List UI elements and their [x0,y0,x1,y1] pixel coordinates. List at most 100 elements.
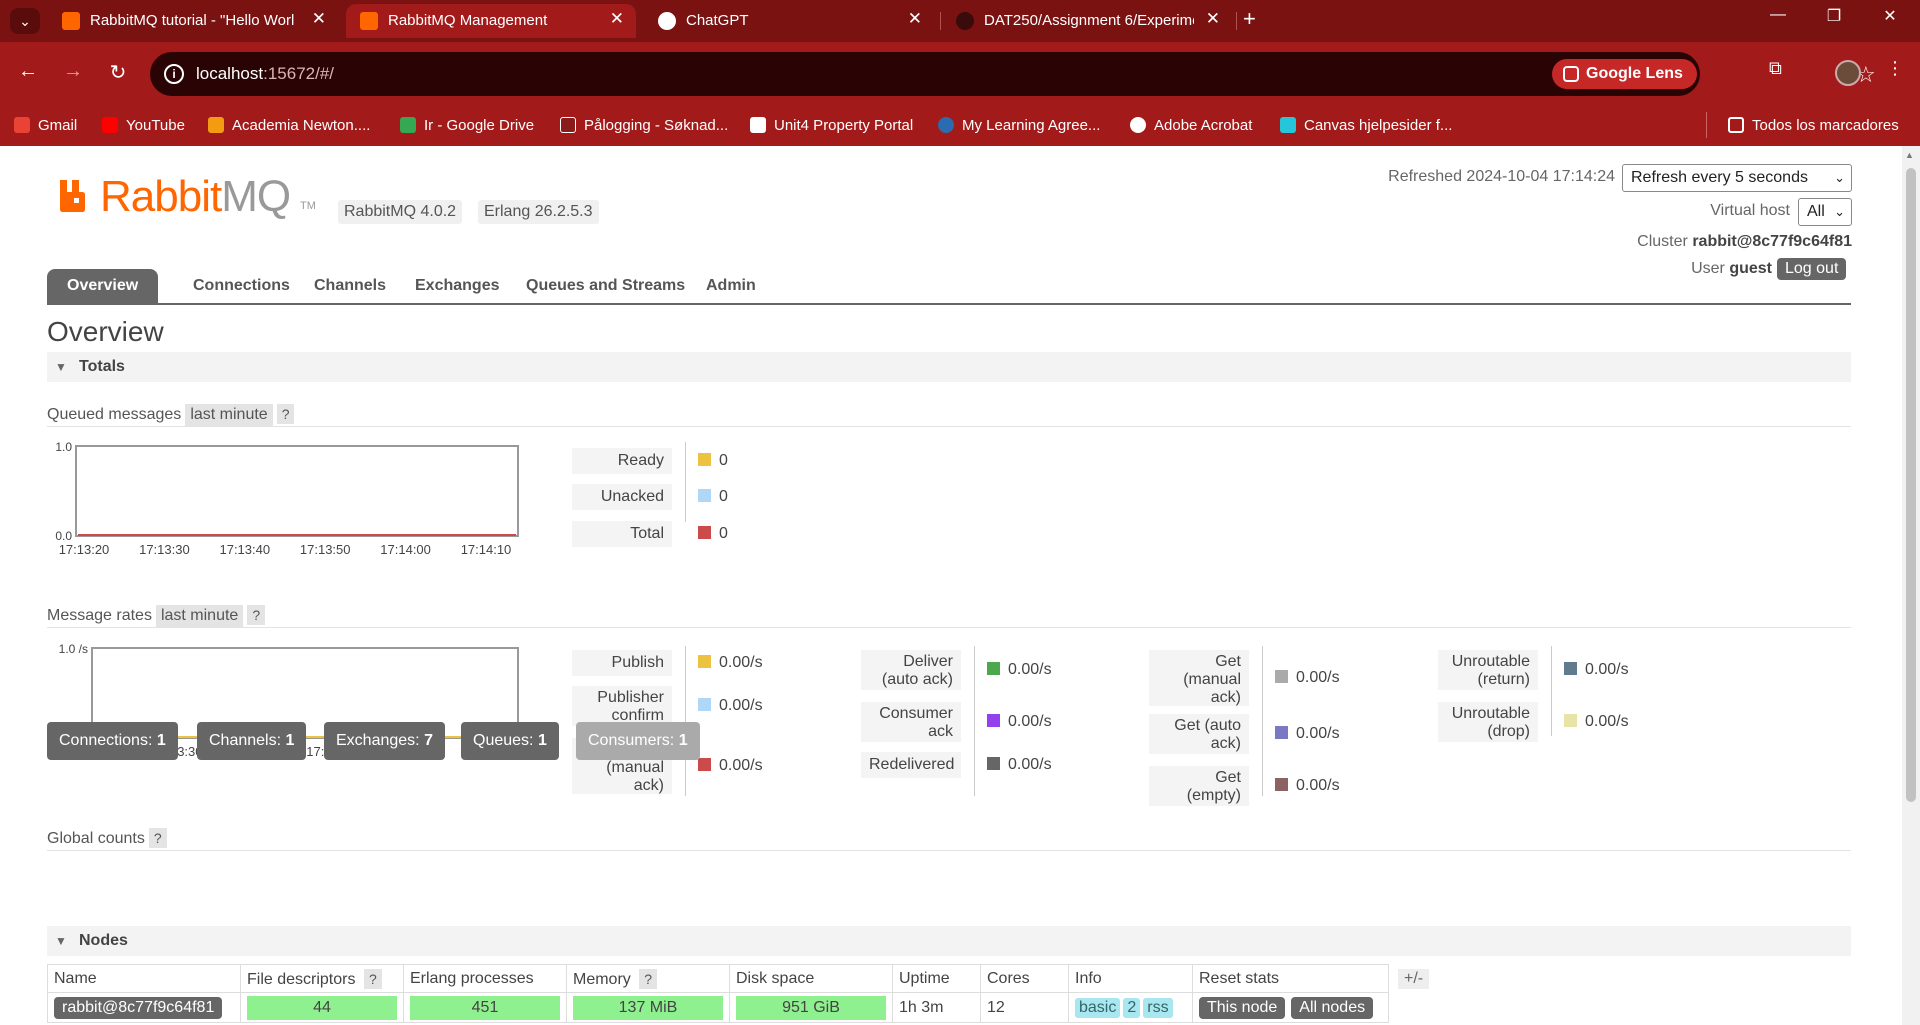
info-tag: basic [1075,997,1121,1018]
folder-icon [1728,117,1744,133]
close-icon[interactable]: ✕ [610,9,624,29]
erlang-version: Erlang 26.2.5.3 [478,200,599,224]
exchanges-count-button[interactable]: Exchanges: 7 [324,722,445,760]
column-header[interactable]: Cores [980,964,1069,993]
help-button[interactable]: ? [247,605,266,625]
help-button[interactable]: ? [363,968,382,989]
help-button[interactable]: ? [148,828,167,848]
bookmark-palogging[interactable]: Pålogging - Søknad... [560,117,728,134]
bookmark-label: My Learning Agree... [962,117,1101,134]
forward-arrow-icon[interactable]: → [58,60,88,83]
node-link[interactable]: rabbit@8c77f9c64f81 [54,996,223,1019]
bookmark-label: Ir - Google Drive [424,117,535,134]
cluster-label: Cluster [1637,233,1688,250]
vhost-select[interactable]: All ⌄ [1798,198,1852,226]
profile-avatar[interactable] [1835,60,1861,86]
legend-value: 0.00/s [1564,661,1629,679]
google-lens-button[interactable]: Google Lens [1552,59,1697,89]
tab-chatgpt[interactable]: ChatGPT ✕ [644,4,934,38]
channels-count-button[interactable]: Channels: 1 [197,722,307,760]
bookmark-adobe[interactable]: Adobe Acrobat [1130,117,1252,134]
scrollbar-thumb[interactable] [1906,168,1916,802]
nodes-section-toggle[interactable]: ▼ Nodes [47,926,1851,956]
legend-swatch [987,662,1000,675]
legend-swatch [698,489,711,502]
reload-icon[interactable]: ↻ [103,60,133,85]
bookmark-learning[interactable]: My Learning Agree... [938,117,1100,134]
tab-dat250[interactable]: DAT250/Assignment 6/Experime ✕ [942,4,1232,38]
close-icon[interactable]: ✕ [1206,9,1220,29]
reset-all-nodes-button[interactable]: All nodes [1291,996,1374,1019]
scroll-up-arrow-icon[interactable]: ▲ [1905,150,1914,160]
refresh-option: Refresh every 5 seconds [1631,169,1808,186]
close-icon[interactable]: ✕ [312,9,326,29]
bookmark-academia[interactable]: Academia Newton.... [208,117,370,134]
menu-kebab-icon[interactable]: ⋮ [1886,58,1904,79]
url-text[interactable]: localhost:15672/#/ [196,64,334,84]
tab-search-button[interactable]: ⌄ [10,8,40,34]
consumers-count-button[interactable]: Consumers: 1 [576,722,700,760]
procs-bar: 451 [410,995,560,1020]
column-header[interactable]: Disk space [729,964,893,993]
tab-connections[interactable]: Connections [175,269,308,303]
bookmark-drive[interactable]: Ir - Google Drive [400,117,534,134]
page-title: Overview [47,316,164,347]
extensions-icon[interactable]: ⧉ [1769,58,1782,79]
count-label: Connections: [59,732,153,749]
column-header[interactable]: File descriptors ? [240,964,404,993]
all-bookmarks[interactable]: Todos los marcadores [1728,117,1899,134]
rabbitmq-version: RabbitMQ 4.0.2 [338,200,463,224]
tab-title: ChatGPT [686,12,749,29]
count-label: Queues: [473,732,534,749]
column-header[interactable]: Memory ? [566,964,730,993]
address-bar[interactable]: i localhost:15672/#/ Google Lens ☆ [150,52,1876,96]
column-header-label: Memory [573,970,631,988]
help-button[interactable]: ? [276,404,295,424]
tab-overview[interactable]: Overview [47,269,159,303]
browser-toolbar: ← → ↻ i localhost:15672/#/ Google Lens ☆… [0,42,1920,106]
column-header[interactable]: Info [1068,964,1193,993]
tab-exchanges[interactable]: Exchanges [397,269,517,303]
refresh-interval-select[interactable]: Refresh every 5 seconds ⌄ [1622,164,1852,192]
restore-icon[interactable]: ❐ [1814,6,1854,26]
column-header[interactable]: Reset stats [1192,964,1389,993]
count-label: Exchanges: [336,732,420,749]
reset-this-node-button[interactable]: This node [1199,996,1286,1019]
bookmark-canvas[interactable]: Canvas hjelpesider f... [1280,117,1452,134]
tab-rabbitmq-tutorial[interactable]: RabbitMQ tutorial - "Hello Worl ✕ [48,4,338,38]
range-selector[interactable]: last minute [185,404,273,426]
bookmarks-bar: Gmail YouTube Academia Newton.... Ir - G… [0,106,1920,146]
range-selector[interactable]: last minute [155,605,244,627]
count-label: Consumers: [588,732,675,749]
column-header[interactable]: Uptime [892,964,981,993]
site-info-icon[interactable]: i [164,64,184,84]
columns-toggle-button[interactable]: +/- [1398,969,1430,989]
tab-channels[interactable]: Channels [296,269,404,303]
bookmark-label: Gmail [38,117,78,134]
vhost-label: Virtual host [1710,202,1790,219]
column-header[interactable]: Name [47,964,241,993]
x-tick-label: 17:13:20 [59,542,110,557]
bookmark-label: Pålogging - Søknad... [584,117,729,134]
legend-swatch [1275,670,1288,683]
tab-rabbitmq-management[interactable]: RabbitMQ Management ✕ [346,4,636,38]
legend-label: Unroutable (return) [1438,650,1538,690]
minimize-icon[interactable]: — [1758,6,1798,24]
x-tick-label: 17:13:50 [300,542,351,557]
column-header[interactable]: Erlang processes [403,964,567,993]
bookmark-unit4[interactable]: Unit4 Property Portal [750,117,913,134]
totals-section-toggle[interactable]: ▼ Totals [47,352,1851,382]
window-close-icon[interactable]: ✕ [1870,6,1910,26]
connections-count-button[interactable]: Connections: 1 [47,722,178,760]
bookmark-youtube[interactable]: YouTube [102,117,185,134]
tab-admin[interactable]: Admin [688,269,774,303]
tab-queues-and-streams[interactable]: Queues and Streams [508,269,703,303]
bookmark-gmail[interactable]: Gmail [14,117,77,134]
queues-count-button[interactable]: Queues: 1 [461,722,559,760]
disk-bar: 951 GiB [736,995,886,1020]
back-arrow-icon[interactable]: ← [13,60,43,83]
help-button[interactable]: ? [639,968,658,989]
new-tab-plus-icon[interactable]: + [1243,6,1256,32]
close-icon[interactable]: ✕ [908,9,922,29]
legend-value: 0.00/s [1275,777,1340,795]
